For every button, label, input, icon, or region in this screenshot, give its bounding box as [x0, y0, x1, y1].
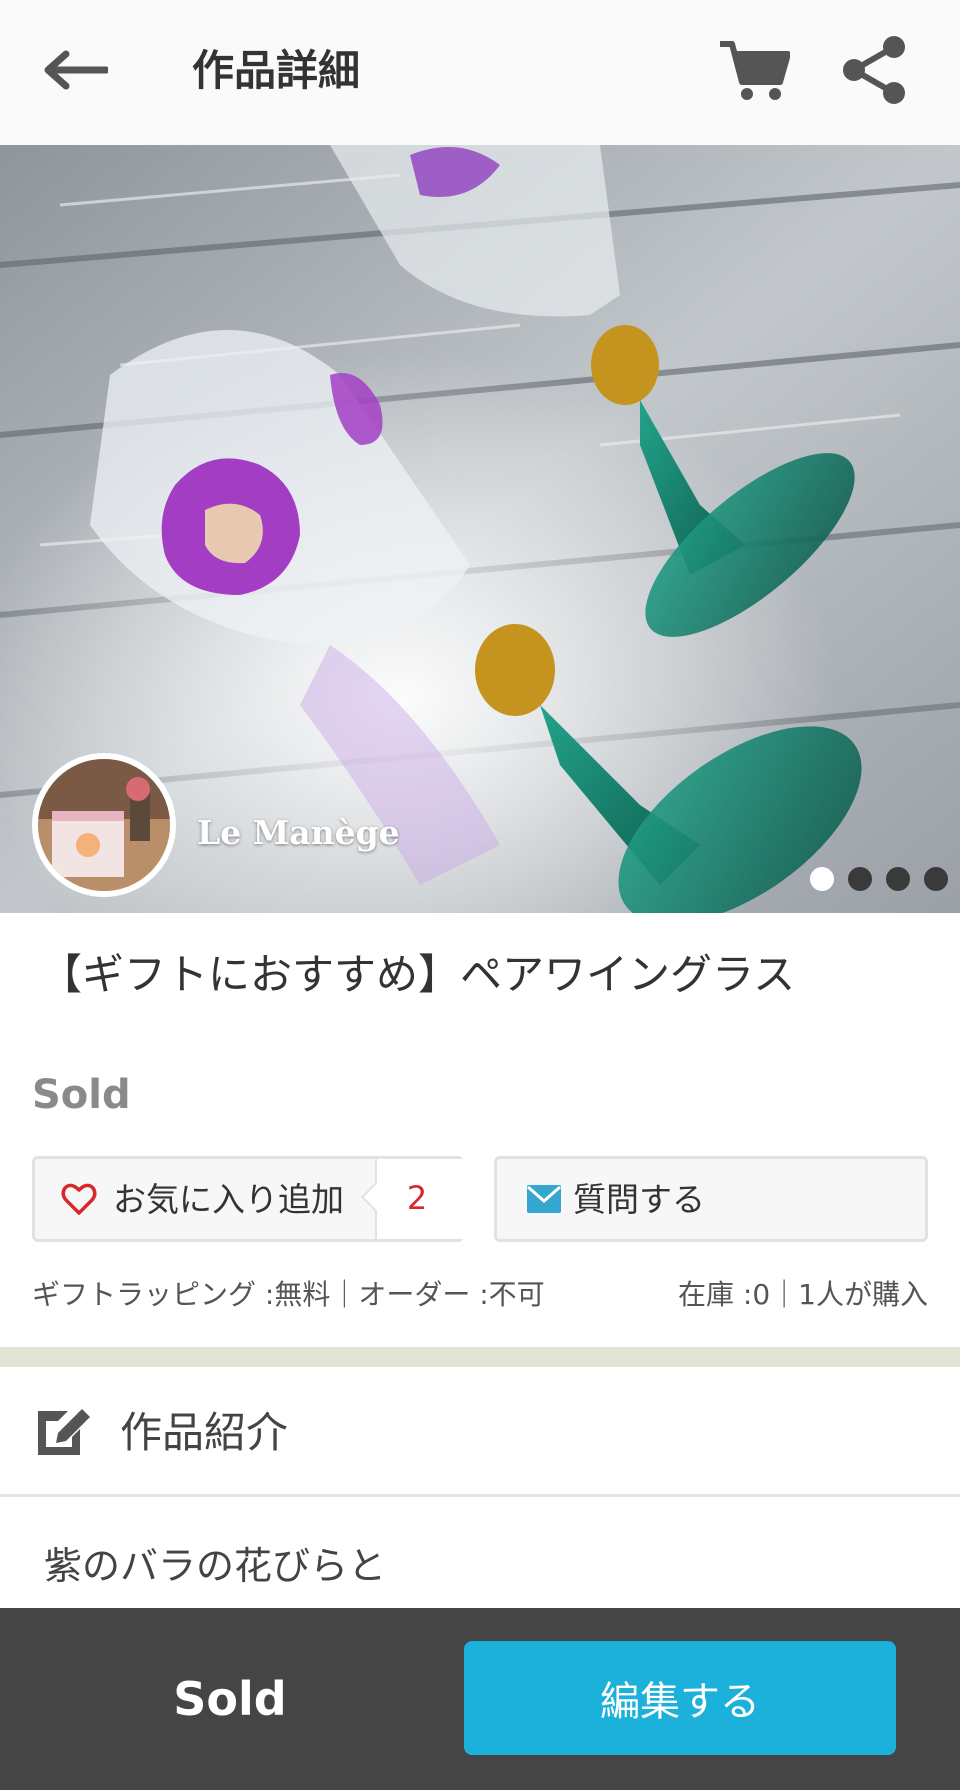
app-header: 作品詳細	[0, 0, 960, 145]
shop-avatar[interactable]	[32, 753, 176, 897]
cart-icon	[720, 41, 791, 100]
add-favorite-button[interactable]: お気に入り追加 2	[32, 1156, 464, 1242]
wrapping-order-info: ギフトラッピング :無料｜オーダー :不可	[32, 1278, 545, 1311]
favorite-label: お気に入り追加	[113, 1180, 344, 1219]
share-button[interactable]	[838, 34, 910, 106]
mail-icon	[527, 1185, 561, 1213]
carousel-indicator	[810, 867, 948, 891]
cart-button[interactable]	[718, 38, 791, 104]
sold-status: Sold	[173, 1672, 287, 1726]
product-image-carousel[interactable]: Le Manège	[0, 145, 960, 913]
section-title: 作品紹介	[120, 1408, 289, 1457]
arrow-left-icon	[44, 50, 108, 90]
favorite-count-box: 2	[360, 1159, 464, 1239]
favorite-count: 2	[406, 1179, 428, 1217]
carousel-dot-3[interactable]	[886, 867, 910, 891]
heart-icon	[61, 1183, 97, 1215]
carousel-dot-4[interactable]	[924, 867, 948, 891]
back-button[interactable]	[38, 42, 112, 98]
edit-button[interactable]: 編集する	[464, 1641, 896, 1755]
page-title: 作品詳細	[192, 46, 361, 95]
description-section-header: 作品紹介	[0, 1367, 960, 1497]
share-icon	[843, 36, 905, 104]
carousel-dot-2[interactable]	[848, 867, 872, 891]
carousel-dot-1[interactable]	[810, 867, 834, 891]
status-label: Sold	[32, 1072, 131, 1118]
bottom-action-bar: Sold 編集する	[0, 1608, 960, 1790]
section-divider	[0, 1347, 960, 1367]
product-description: 紫のバラの花びらと	[44, 1544, 387, 1588]
ask-label: 質問する	[573, 1180, 705, 1219]
ask-question-button[interactable]: 質問する	[494, 1156, 928, 1242]
shop-avatar-image	[38, 759, 170, 891]
edit-note-icon	[38, 1409, 90, 1455]
product-title: 【ギフトにおすすめ】ペアワイングラス	[40, 950, 796, 999]
shop-name[interactable]: Le Manège	[197, 813, 400, 852]
stock-purchase-info: 在庫 :0｜1人が購入	[678, 1278, 928, 1311]
